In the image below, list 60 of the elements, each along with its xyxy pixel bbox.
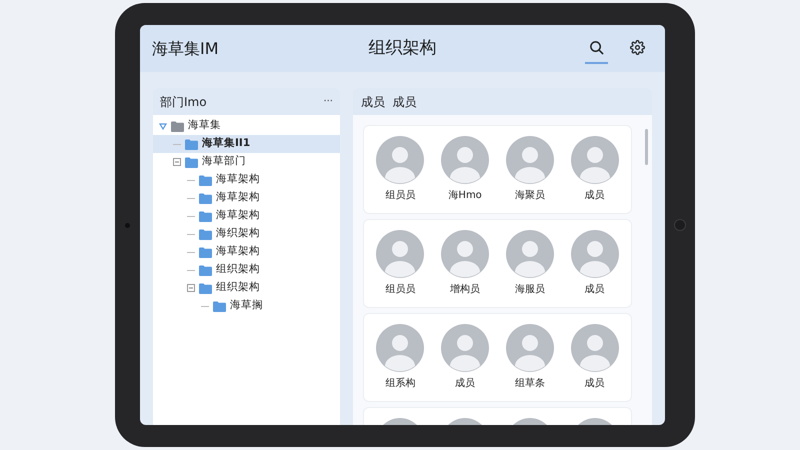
app-name: 海草集IM	[152, 38, 220, 60]
avatar-icon[interactable]	[506, 136, 554, 184]
more-button[interactable]: ···	[323, 96, 333, 106]
folder-icon	[199, 174, 212, 186]
tree-label: 海草集II1	[202, 136, 250, 152]
tree-label: 海草部门	[202, 154, 246, 170]
member-name: 组员员	[385, 283, 416, 297]
member-name: 组系构	[385, 376, 416, 391]
avatar-icon[interactable]	[376, 230, 424, 278]
avatar-icon[interactable]	[506, 230, 554, 278]
member-name: 成员	[584, 376, 605, 391]
member-name: 成员	[584, 282, 605, 297]
page-title: 组织架构	[368, 36, 438, 60]
member-name: 海Hmo	[448, 189, 482, 203]
folder-icon	[199, 210, 212, 222]
folder-icon	[199, 246, 212, 258]
avatar-icon[interactable]	[376, 136, 424, 184]
member-name: 组员员	[385, 189, 416, 203]
collapse-icon	[173, 158, 181, 166]
tree-label: 组织架构	[216, 280, 260, 296]
member-name: 海服员	[514, 283, 545, 297]
member-name: 成员	[584, 188, 605, 203]
folder-icon	[185, 156, 198, 168]
avatar-icon[interactable]	[506, 324, 554, 372]
folder-icon	[185, 138, 198, 150]
tree-label: 海草集	[188, 118, 221, 134]
tree-label: 海草搁	[230, 298, 263, 314]
member-name: 增构员	[450, 282, 480, 297]
avatar-icon[interactable]	[570, 324, 619, 372]
avatar-icon[interactable]	[570, 136, 619, 184]
tree-item[interactable]: 海草集II1	[153, 135, 340, 153]
tree-label: 海草架构	[216, 190, 260, 206]
panel-title: 部门Imo	[160, 94, 207, 110]
member-name: 组草条	[514, 376, 545, 391]
scrollbar[interactable]	[645, 129, 648, 165]
avatar-icon[interactable]	[570, 230, 619, 278]
avatar-icon[interactable]	[376, 324, 424, 372]
tree-label: 海草架构	[216, 244, 260, 260]
tree-label: 海织架构	[216, 226, 260, 242]
folder-icon	[199, 192, 212, 204]
camera-icon	[125, 222, 130, 228]
folder-icon	[199, 228, 212, 240]
folder-icon	[213, 300, 226, 312]
home-button[interactable]	[674, 219, 686, 231]
tree-label: 海草架构	[216, 208, 260, 224]
caret-icon	[159, 122, 167, 130]
panel-title: 成员 成员	[361, 94, 417, 110]
member-name: 成员	[455, 376, 476, 391]
folder-icon	[171, 120, 184, 132]
folder-icon	[199, 282, 212, 294]
tree-label: 海草架构	[216, 172, 260, 188]
avatar-icon[interactable]	[441, 230, 490, 278]
collapse-icon	[187, 284, 195, 292]
folder-icon	[199, 264, 212, 276]
avatar-icon[interactable]	[441, 324, 490, 372]
tree-label: 组织架构	[216, 262, 260, 278]
search-icon	[589, 40, 604, 55]
member-name: 海聚员	[514, 189, 545, 203]
settings-icon	[630, 40, 645, 55]
avatar-icon[interactable]	[441, 136, 490, 184]
